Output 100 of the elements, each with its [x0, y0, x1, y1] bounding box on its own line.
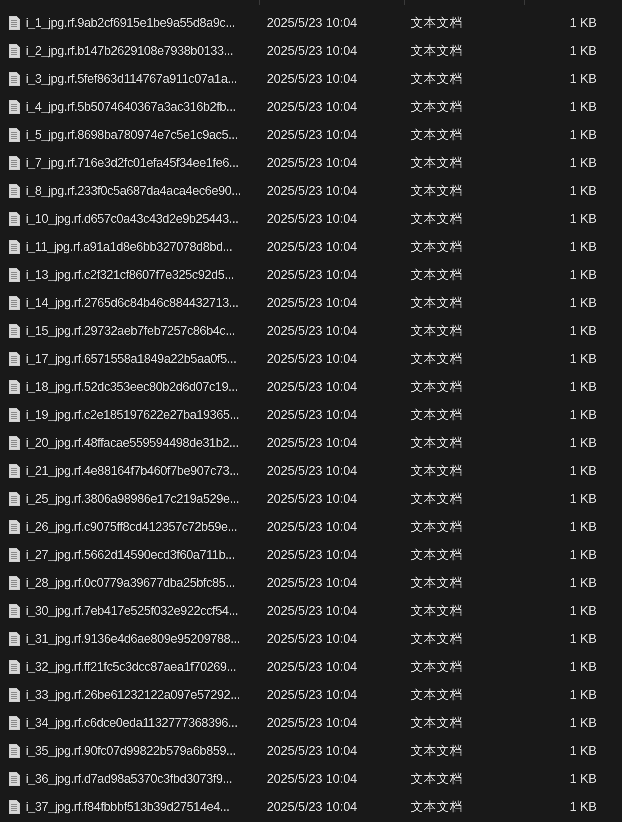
file-size: 1 KB	[568, 154, 597, 172]
modified-date: 2025/5/23 10:04	[266, 378, 358, 396]
file-name[interactable]: i_34_jpg.rf.c6dce0eda1132777368396...	[26, 714, 238, 732]
file-size: 1 KB	[568, 210, 597, 228]
file-type: 文本文档	[410, 378, 464, 396]
file-name[interactable]: i_20_jpg.rf.48ffacae559594498de31b2...	[26, 434, 239, 452]
file-name[interactable]: i_28_jpg.rf.0c0779a39677dba25bfc85...	[26, 574, 236, 592]
file-name[interactable]: i_33_jpg.rf.26be61232122a097e57292...	[26, 686, 240, 704]
file-name[interactable]: i_8_jpg.rf.233f0c5a687da4aca4ec6e90...	[26, 182, 242, 200]
file-type: 文本文档	[410, 350, 464, 368]
document-icon	[9, 632, 20, 646]
modified-date: 2025/5/23 10:04	[266, 294, 358, 312]
file-size: 1 KB	[568, 770, 597, 788]
document-icon	[9, 156, 20, 170]
file-type: 文本文档	[410, 602, 464, 620]
modified-date: 2025/5/23 10:04	[266, 350, 358, 368]
document-icon	[9, 352, 20, 366]
file-name[interactable]: i_4_jpg.rf.5b5074640367a3ac316b2fb...	[26, 98, 236, 116]
modified-date: 2025/5/23 10:04	[266, 798, 358, 816]
file-name[interactable]: i_35_jpg.rf.90fc07d99822b579a6b859...	[26, 742, 236, 760]
modified-date: 2025/5/23 10:04	[266, 98, 358, 116]
file-name[interactable]: i_31_jpg.rf.9136e4d6ae809e95209788...	[26, 630, 240, 648]
modified-date: 2025/5/23 10:04	[266, 14, 358, 32]
file-size: 1 KB	[568, 42, 597, 60]
file-size: 1 KB	[568, 378, 597, 396]
file-type: 文本文档	[410, 238, 464, 256]
modified-date: 2025/5/23 10:04	[266, 658, 358, 676]
file-size: 1 KB	[568, 434, 597, 452]
document-icon	[9, 744, 20, 758]
file-name[interactable]: i_11_jpg.rf.a91a1d8e6bb327078d8bd...	[26, 238, 233, 256]
file-size: 1 KB	[568, 518, 597, 536]
file-name[interactable]: i_2_jpg.rf.b147b2629108e7938b0133...	[26, 42, 234, 60]
file-size: 1 KB	[568, 742, 597, 760]
document-icon	[9, 716, 20, 730]
document-icon	[9, 800, 20, 814]
file-name[interactable]: i_1_jpg.rf.9ab2cf6915e1be9a55d8a9c...	[26, 14, 236, 32]
file-size: 1 KB	[568, 14, 597, 32]
file-type: 文本文档	[410, 798, 464, 816]
modified-date: 2025/5/23 10:04	[266, 518, 358, 536]
document-icon	[9, 268, 20, 282]
document-icon	[9, 16, 20, 30]
file-name[interactable]: i_21_jpg.rf.4e88164f7b460f7be907c73...	[26, 462, 240, 480]
file-size: 1 KB	[568, 98, 597, 116]
file-size: 1 KB	[568, 406, 597, 424]
file-name[interactable]: i_19_jpg.rf.c2e185197622e27ba19365...	[26, 406, 240, 424]
file-size: 1 KB	[568, 798, 597, 816]
document-icon	[9, 604, 20, 618]
file-size: 1 KB	[568, 126, 597, 144]
document-icon	[9, 184, 20, 198]
modified-date: 2025/5/23 10:04	[266, 182, 358, 200]
file-name[interactable]: i_14_jpg.rf.2765d6c84b46c884432713...	[26, 294, 239, 312]
file-type: 文本文档	[410, 406, 464, 424]
document-icon	[9, 212, 20, 226]
document-icon	[9, 128, 20, 142]
file-size: 1 KB	[568, 658, 597, 676]
file-name[interactable]: i_5_jpg.rf.8698ba780974e7c5e1c9ac5...	[26, 126, 238, 144]
file-type: 文本文档	[410, 294, 464, 312]
document-icon	[9, 324, 20, 338]
file-name[interactable]: i_13_jpg.rf.c2f321cf8607f7e325c92d5...	[26, 266, 234, 284]
file-size: 1 KB	[568, 490, 597, 508]
file-name[interactable]: i_3_jpg.rf.5fef863d114767a911c07a1a...	[26, 70, 238, 88]
document-icon	[9, 380, 20, 394]
modified-date: 2025/5/23 10:04	[266, 770, 358, 788]
file-size: 1 KB	[568, 238, 597, 256]
file-name[interactable]: i_15_jpg.rf.29732aeb7feb7257c86b4c...	[26, 322, 236, 340]
file-name[interactable]: i_7_jpg.rf.716e3d2fc01efa45f34ee1fe6...	[26, 154, 239, 172]
document-icon	[9, 72, 20, 86]
modified-date: 2025/5/23 10:04	[266, 434, 358, 452]
file-size: 1 KB	[568, 70, 597, 88]
file-name[interactable]: i_25_jpg.rf.3806a98986e17c219a529e...	[26, 490, 240, 508]
file-type: 文本文档	[410, 322, 464, 340]
file-type: 文本文档	[410, 434, 464, 452]
document-icon	[9, 660, 20, 674]
file-name[interactable]: i_26_jpg.rf.c9075ff8cd412357c72b59e...	[26, 518, 238, 536]
file-name[interactable]: i_30_jpg.rf.7eb417e525f032e922ccf54...	[26, 602, 238, 620]
file-size: 1 KB	[568, 630, 597, 648]
file-name[interactable]: i_37_jpg.rf.f84fbbbf513b39d27514e4...	[26, 798, 230, 816]
modified-date: 2025/5/23 10:04	[266, 42, 358, 60]
modified-date: 2025/5/23 10:04	[266, 630, 358, 648]
file-size: 1 KB	[568, 350, 597, 368]
file-name[interactable]: i_10_jpg.rf.d657c0a43c43d2e9b25443...	[26, 210, 239, 228]
document-icon	[9, 240, 20, 254]
modified-date: 2025/5/23 10:04	[266, 462, 358, 480]
document-icon	[9, 492, 20, 506]
modified-date: 2025/5/23 10:04	[266, 70, 358, 88]
document-icon	[9, 548, 20, 562]
file-name[interactable]: i_27_jpg.rf.5662d14590ecd3f60a711b...	[26, 546, 235, 564]
file-name[interactable]: i_36_jpg.rf.d7ad98a5370c3fbd3073f9...	[26, 770, 232, 788]
file-type: 文本文档	[410, 154, 464, 172]
document-icon	[9, 44, 20, 58]
file-name[interactable]: i_17_jpg.rf.6571558a1849a22b5aa0f5...	[26, 350, 237, 368]
modified-date: 2025/5/23 10:04	[266, 490, 358, 508]
document-icon	[9, 100, 20, 114]
file-size: 1 KB	[568, 686, 597, 704]
file-name[interactable]: i_32_jpg.rf.ff21fc5c3dcc87aea1f70269...	[26, 658, 236, 676]
file-type: 文本文档	[410, 686, 464, 704]
file-name[interactable]: i_18_jpg.rf.52dc353eec80b2d6d07c19...	[26, 378, 238, 396]
modified-date: 2025/5/23 10:04	[266, 574, 358, 592]
file-type: 文本文档	[410, 126, 464, 144]
file-size: 1 KB	[568, 462, 597, 480]
